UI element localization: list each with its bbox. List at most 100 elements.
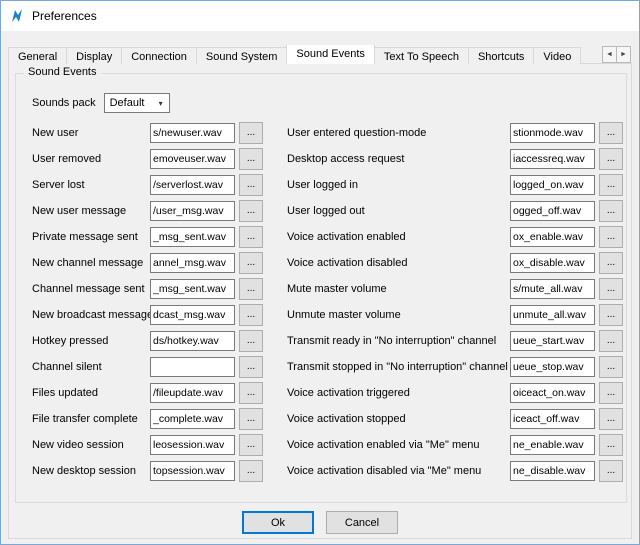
sound-file-input[interactable] (150, 435, 235, 455)
sound-file-input[interactable] (150, 383, 235, 403)
sound-event-label: Hotkey pressed (32, 335, 150, 347)
sound-event-row: Voice activation enabled... (287, 224, 623, 250)
sound-file-input[interactable] (510, 331, 595, 351)
browse-button[interactable]: ... (239, 200, 263, 222)
sound-event-label: Private message sent (32, 231, 150, 243)
sound-event-label: New user (32, 127, 150, 139)
browse-button[interactable]: ... (599, 434, 623, 456)
browse-button[interactable]: ... (599, 330, 623, 352)
sound-event-row: User entered question-mode... (287, 120, 623, 146)
chevron-down-icon: ▾ (153, 94, 169, 112)
sound-file-input[interactable] (150, 227, 235, 247)
sound-event-label: User logged out (287, 205, 510, 217)
sound-file-input[interactable] (510, 253, 595, 273)
sounds-pack-combo[interactable]: Default ▾ (104, 93, 170, 113)
sound-rows-grid: New user...User removed...Server lost...… (32, 120, 626, 484)
browse-button[interactable]: ... (599, 382, 623, 404)
sound-event-label: Unmute master volume (287, 309, 510, 321)
sound-file-input[interactable] (150, 357, 235, 377)
cancel-button[interactable]: Cancel (326, 511, 398, 534)
browse-button[interactable]: ... (599, 408, 623, 430)
sound-file-input[interactable] (510, 175, 595, 195)
ok-button[interactable]: Ok (242, 511, 314, 534)
window-title: Preferences (32, 9, 97, 23)
sound-file-input[interactable] (510, 227, 595, 247)
browse-button[interactable]: ... (599, 304, 623, 326)
sound-event-row: Transmit stopped in "No interruption" ch… (287, 354, 623, 380)
sound-event-row: Voice activation disabled... (287, 250, 623, 276)
tab-scroll-left-icon[interactable]: ◄ (602, 46, 617, 63)
tab-sound-system[interactable]: Sound System (196, 47, 288, 64)
tab-sound-events[interactable]: Sound Events (286, 45, 375, 64)
browse-button[interactable]: ... (599, 226, 623, 248)
sound-event-row: New channel message... (32, 250, 263, 276)
browse-button[interactable]: ... (239, 252, 263, 274)
sound-file-input[interactable] (510, 123, 595, 143)
sound-file-input[interactable] (510, 149, 595, 169)
browse-button[interactable]: ... (239, 304, 263, 326)
sound-event-row: Mute master volume... (287, 276, 623, 302)
browse-button[interactable]: ... (599, 460, 623, 482)
sound-event-row: Desktop access request... (287, 146, 623, 172)
tab-video[interactable]: Video (533, 47, 581, 64)
browse-button[interactable]: ... (599, 174, 623, 196)
sound-file-input[interactable] (510, 435, 595, 455)
sound-event-row: New desktop session... (32, 458, 263, 484)
browse-button[interactable]: ... (239, 408, 263, 430)
sound-file-input[interactable] (510, 461, 595, 481)
tab-text-to-speech[interactable]: Text To Speech (374, 47, 469, 64)
browse-button[interactable]: ... (239, 460, 263, 482)
browse-button[interactable]: ... (599, 278, 623, 300)
left-column: New user...User removed...Server lost...… (32, 120, 263, 484)
browse-button[interactable]: ... (599, 252, 623, 274)
sound-file-input[interactable] (150, 201, 235, 221)
sound-file-input[interactable] (150, 461, 235, 481)
sound-file-input[interactable] (510, 279, 595, 299)
sound-event-label: User logged in (287, 179, 510, 191)
sound-event-label: Transmit stopped in "No interruption" ch… (287, 361, 510, 373)
sound-file-input[interactable] (150, 253, 235, 273)
browse-button[interactable]: ... (599, 200, 623, 222)
tab-connection[interactable]: Connection (121, 47, 197, 64)
browse-button[interactable]: ... (239, 226, 263, 248)
sound-event-label: New broadcast message (32, 309, 150, 321)
sound-file-input[interactable] (150, 331, 235, 351)
browse-button[interactable]: ... (239, 278, 263, 300)
browse-button[interactable]: ... (599, 122, 623, 144)
sound-file-input[interactable] (510, 357, 595, 377)
browse-button[interactable]: ... (239, 382, 263, 404)
tab-display[interactable]: Display (66, 47, 122, 64)
sound-event-row: User logged in... (287, 172, 623, 198)
sound-file-input[interactable] (150, 149, 235, 169)
sound-file-input[interactable] (510, 383, 595, 403)
sound-file-input[interactable] (510, 305, 595, 325)
titlebar: Preferences (1, 1, 639, 31)
browse-button[interactable]: ... (239, 122, 263, 144)
sound-event-label: File transfer complete (32, 413, 150, 425)
sound-event-label: Voice activation triggered (287, 387, 510, 399)
tab-scroll-right-icon[interactable]: ► (616, 46, 631, 63)
browse-button[interactable]: ... (239, 174, 263, 196)
sound-event-label: New user message (32, 205, 150, 217)
browse-button[interactable]: ... (239, 356, 263, 378)
sound-event-row: Server lost... (32, 172, 263, 198)
sound-event-row: New user... (32, 120, 263, 146)
tab-shortcuts[interactable]: Shortcuts (468, 47, 534, 64)
sound-events-group: Sound Events Sounds pack Default ▾ New u… (15, 73, 627, 503)
browse-button[interactable]: ... (239, 434, 263, 456)
sound-file-input[interactable] (150, 305, 235, 325)
browse-button[interactable]: ... (599, 148, 623, 170)
sound-event-row: Channel silent... (32, 354, 263, 380)
sound-file-input[interactable] (150, 123, 235, 143)
sound-file-input[interactable] (150, 279, 235, 299)
sound-file-input[interactable] (510, 409, 595, 429)
tab-general[interactable]: General (8, 47, 67, 64)
sound-file-input[interactable] (150, 175, 235, 195)
sound-file-input[interactable] (150, 409, 235, 429)
browse-button[interactable]: ... (239, 148, 263, 170)
browse-button[interactable]: ... (599, 356, 623, 378)
sound-event-row: Files updated... (32, 380, 263, 406)
browse-button[interactable]: ... (239, 330, 263, 352)
sound-event-label: User entered question-mode (287, 127, 510, 139)
sound-file-input[interactable] (510, 201, 595, 221)
